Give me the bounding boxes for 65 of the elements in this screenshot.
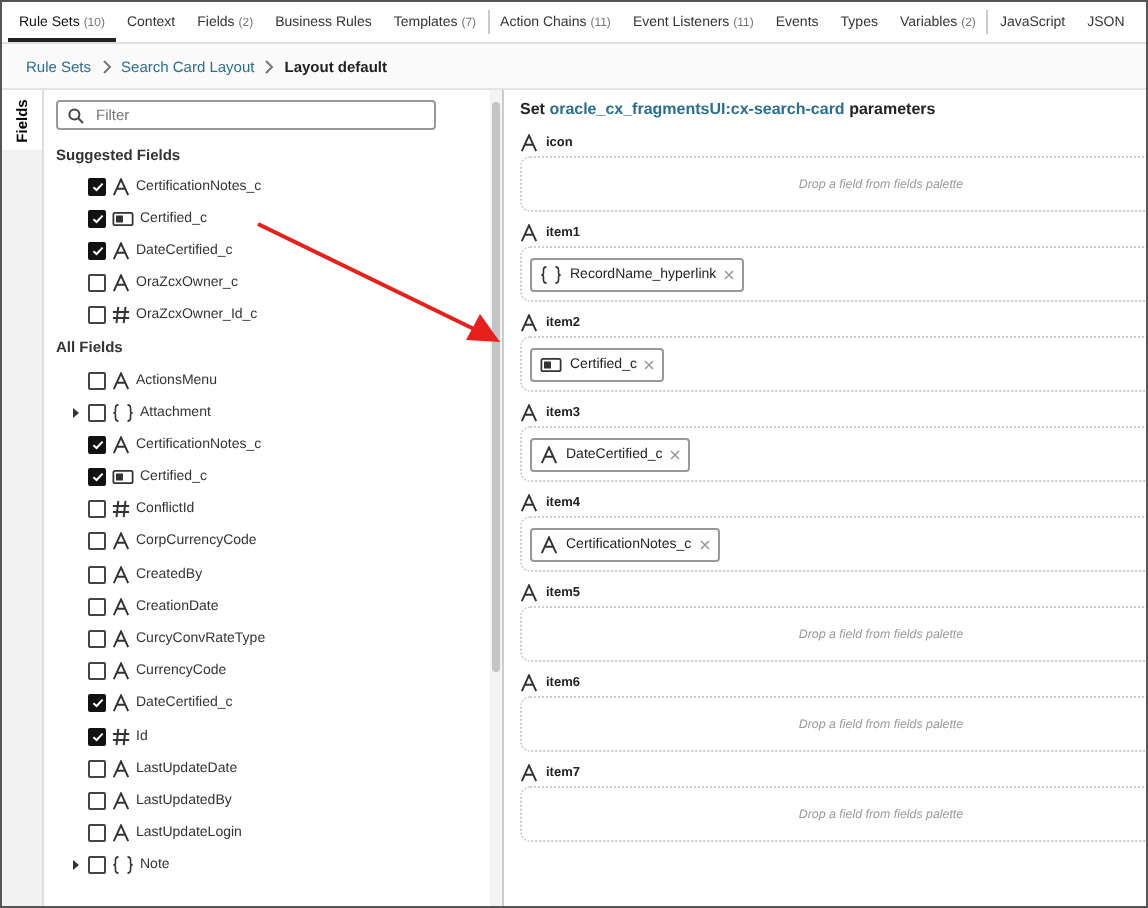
chevron-right-icon	[101, 59, 112, 73]
text-type-icon	[520, 764, 538, 782]
checkbox[interactable]	[88, 856, 106, 875]
toggle-icon	[112, 211, 134, 226]
checkbox[interactable]	[88, 791, 106, 810]
text-type-icon	[520, 404, 538, 422]
checkbox[interactable]	[88, 662, 106, 681]
checkbox[interactable]	[88, 468, 106, 487]
toggle-icon	[540, 357, 562, 371]
checkbox[interactable]	[88, 371, 106, 390]
checkbox[interactable]	[88, 759, 106, 778]
text-type-icon	[112, 662, 130, 681]
checkbox[interactable]	[88, 435, 106, 454]
expand-caret-icon[interactable]	[71, 860, 79, 871]
checkbox[interactable]	[88, 241, 106, 260]
text-type-icon	[112, 532, 130, 551]
text-type-icon	[520, 134, 538, 152]
text-type-icon	[520, 224, 538, 242]
text-type-icon	[112, 435, 130, 454]
checkbox[interactable]	[88, 274, 106, 293]
checkbox[interactable]	[88, 209, 106, 228]
text-type-icon	[112, 630, 130, 649]
text-type-icon	[112, 274, 130, 293]
checkbox[interactable]	[88, 727, 106, 746]
braces-icon	[112, 856, 134, 875]
hash-icon	[112, 306, 130, 325]
checkbox[interactable]	[88, 177, 106, 196]
text-type-icon	[520, 314, 538, 332]
checkbox[interactable]	[88, 306, 106, 325]
text-type-icon	[112, 241, 130, 260]
hash-icon	[112, 500, 130, 519]
text-type-icon	[112, 565, 130, 584]
checkbox[interactable]	[88, 597, 106, 616]
checkbox[interactable]	[88, 532, 106, 551]
text-type-icon	[520, 584, 538, 602]
checkbox[interactable]	[88, 403, 106, 422]
checkbox[interactable]	[88, 630, 106, 649]
panel-heading: Set oracle_cx_fragmentsUI:cx-search-card parameters	[520, 100, 938, 118]
text-type-icon	[540, 535, 558, 553]
checkbox[interactable]	[88, 694, 106, 713]
scrollbar[interactable]	[490, 90, 502, 906]
close-icon[interactable]	[644, 359, 655, 369]
text-type-icon	[540, 445, 558, 463]
text-type-icon	[112, 791, 130, 810]
toggle-icon	[112, 470, 134, 485]
text-type-icon	[112, 177, 130, 196]
close-icon[interactable]	[699, 539, 710, 549]
checkbox[interactable]	[88, 824, 106, 843]
braces-icon	[112, 403, 134, 422]
text-type-icon	[112, 759, 130, 778]
expand-caret-icon[interactable]	[71, 407, 79, 418]
text-type-icon	[112, 694, 130, 713]
checkbox[interactable]	[88, 565, 106, 584]
braces-icon	[540, 265, 562, 283]
search-icon	[68, 107, 84, 123]
text-type-icon	[520, 494, 538, 512]
hash-icon	[112, 727, 130, 746]
text-type-icon	[112, 597, 130, 616]
text-type-icon	[112, 824, 130, 843]
close-icon[interactable]	[724, 269, 735, 279]
text-type-icon	[112, 371, 130, 390]
checkbox[interactable]	[88, 500, 106, 519]
chevron-right-icon	[264, 59, 275, 73]
close-icon[interactable]	[670, 449, 681, 459]
text-type-icon	[520, 674, 538, 692]
